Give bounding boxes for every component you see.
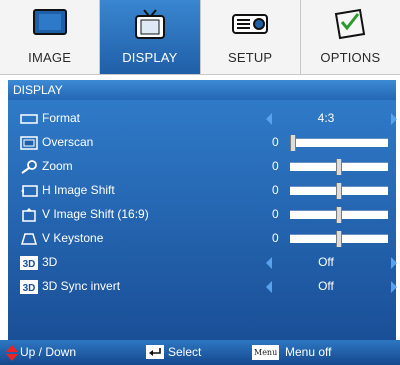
footer-hints: Up / Down Select Menu Menu off bbox=[0, 340, 400, 365]
row-v-keystone[interactable]: V Keystone 0 bbox=[8, 228, 396, 250]
row-label: V Image Shift (16:9) bbox=[42, 207, 149, 221]
row-value: Off bbox=[318, 279, 334, 293]
section-title: DISPLAY bbox=[8, 80, 396, 100]
row-label: H Image Shift bbox=[42, 183, 115, 197]
arrow-right-icon[interactable] bbox=[391, 281, 397, 293]
row-h-image-shift[interactable]: H Image Shift 0 bbox=[8, 180, 396, 202]
slider-thumb[interactable] bbox=[336, 159, 342, 175]
monitor-icon bbox=[32, 9, 67, 35]
row-format[interactable]: Format 4:3 bbox=[8, 108, 397, 130]
row-value: 0 bbox=[272, 207, 279, 221]
footer-up-down: Up / Down bbox=[20, 345, 77, 359]
row-3d[interactable]: 3D 3D Off bbox=[8, 252, 397, 274]
overscan-icon bbox=[20, 136, 38, 150]
row-3d-sync-invert[interactable]: 3D 3D Sync invert Off bbox=[8, 276, 397, 298]
row-label: V Keystone bbox=[42, 231, 104, 245]
row-overscan[interactable]: Overscan 0 bbox=[8, 132, 396, 154]
arrow-right-icon[interactable] bbox=[391, 257, 397, 269]
slider-thumb[interactable] bbox=[290, 135, 296, 151]
slider[interactable] bbox=[290, 207, 388, 223]
checklist-icon bbox=[335, 8, 366, 40]
projector-osd: IMAGE DISPLAY SETUP OPTIONS DISPLAY Form… bbox=[0, 0, 400, 365]
slider[interactable] bbox=[290, 231, 388, 247]
slider-thumb[interactable] bbox=[336, 231, 342, 247]
up-down-arrows-icon bbox=[6, 345, 18, 361]
slider[interactable] bbox=[290, 183, 388, 199]
row-value: 0 bbox=[272, 231, 279, 245]
row-label: Overscan bbox=[42, 135, 94, 149]
row-label: Zoom bbox=[42, 159, 73, 173]
tab-setup[interactable]: SETUP bbox=[201, 0, 301, 74]
row-value: 0 bbox=[272, 159, 279, 173]
tab-display[interactable]: DISPLAY bbox=[100, 0, 201, 74]
row-value: 0 bbox=[272, 183, 279, 197]
tab-label: OPTIONS bbox=[320, 50, 381, 65]
tab-image[interactable]: IMAGE bbox=[0, 0, 101, 74]
projector-icon bbox=[232, 14, 269, 34]
footer-menu-off: Menu off bbox=[285, 345, 332, 359]
slider[interactable] bbox=[290, 135, 388, 151]
v-shift-icon bbox=[22, 208, 36, 222]
settings-list: Format 4:3 Overscan 0 Zoom 0 H Image Shi… bbox=[8, 100, 397, 340]
tab-label: SETUP bbox=[227, 50, 273, 65]
h-shift-icon bbox=[21, 185, 38, 197]
slider[interactable] bbox=[290, 159, 388, 175]
row-zoom[interactable]: Zoom 0 bbox=[8, 156, 396, 178]
keystone-icon bbox=[20, 233, 38, 245]
menu-tabs: IMAGE DISPLAY SETUP OPTIONS bbox=[0, 0, 400, 75]
tab-label: IMAGE bbox=[28, 50, 72, 65]
enter-icon bbox=[146, 345, 164, 359]
tab-options[interactable]: OPTIONS bbox=[301, 0, 400, 74]
slider-thumb[interactable] bbox=[336, 183, 342, 199]
menu-key-icon: Menu bbox=[252, 345, 280, 360]
slider-thumb[interactable] bbox=[336, 207, 342, 223]
footer-select: Select bbox=[168, 345, 202, 359]
row-value: Off bbox=[318, 255, 334, 269]
tab-label: DISPLAY bbox=[122, 50, 178, 65]
zoom-icon bbox=[21, 160, 37, 174]
row-value: 0 bbox=[272, 135, 279, 149]
arrow-right-icon[interactable] bbox=[391, 113, 397, 125]
row-v-image-shift[interactable]: V Image Shift (16:9) 0 bbox=[8, 204, 396, 226]
tv-icon bbox=[134, 9, 165, 39]
row-value: 4:3 bbox=[317, 111, 335, 125]
